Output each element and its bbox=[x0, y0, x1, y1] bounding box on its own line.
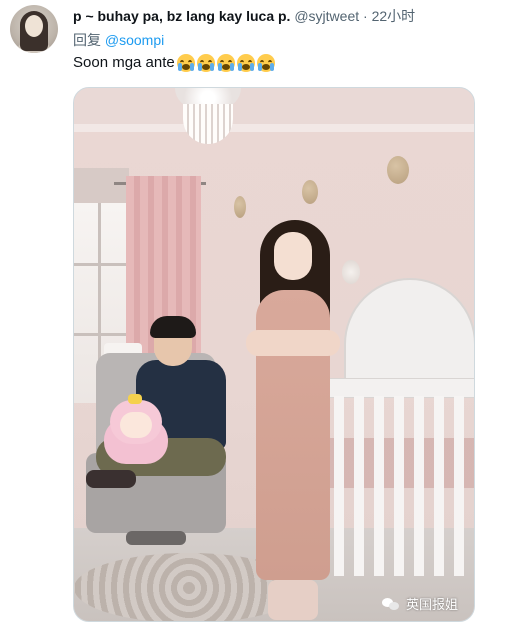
wall-polka-dot bbox=[234, 196, 246, 218]
ceiling-molding bbox=[74, 124, 474, 132]
watermark: 英国报姐 bbox=[381, 594, 458, 613]
crying-face-icon bbox=[236, 54, 255, 72]
chandelier bbox=[175, 88, 241, 146]
tweet-header: p ~ buhay pa, bz lang kay luca p. @syjtw… bbox=[73, 7, 415, 25]
crying-face-icon bbox=[216, 54, 235, 72]
crying-face-icon bbox=[176, 54, 195, 72]
tweet-text: Soon mga ante bbox=[73, 53, 275, 73]
separator-dot: · bbox=[363, 8, 368, 24]
baby-in-pink-outfit bbox=[104, 394, 168, 464]
tweet-body: Soon mga ante bbox=[73, 54, 175, 71]
watermark-text: 英国报姐 bbox=[405, 598, 458, 613]
crying-face-icon bbox=[256, 54, 275, 72]
tweet-photo[interactable]: 英国报姐 bbox=[73, 87, 475, 622]
reply-mention-link[interactable]: @soompi bbox=[105, 32, 164, 48]
avatar[interactable] bbox=[10, 5, 58, 53]
reply-prefix: 回复 bbox=[73, 32, 101, 48]
crying-face-icon bbox=[196, 54, 215, 72]
author-handle[interactable]: @syjtweet bbox=[294, 8, 359, 24]
tweet[interactable]: p ~ buhay pa, bz lang kay luca p. @syjtw… bbox=[0, 0, 511, 633]
wall-polka-dot bbox=[302, 180, 318, 204]
timestamp[interactable]: 22小时 bbox=[372, 8, 416, 24]
wechat-icon bbox=[381, 596, 400, 612]
author-name[interactable]: p ~ buhay pa, bz lang kay luca p. bbox=[73, 8, 290, 24]
nursery-ceiling bbox=[74, 88, 474, 128]
wall-polka-dot bbox=[387, 156, 409, 184]
avatar-face bbox=[25, 15, 43, 37]
window-blind bbox=[74, 168, 129, 208]
woman-standing bbox=[234, 220, 354, 621]
reply-line: 回复 @soompi bbox=[73, 31, 164, 49]
